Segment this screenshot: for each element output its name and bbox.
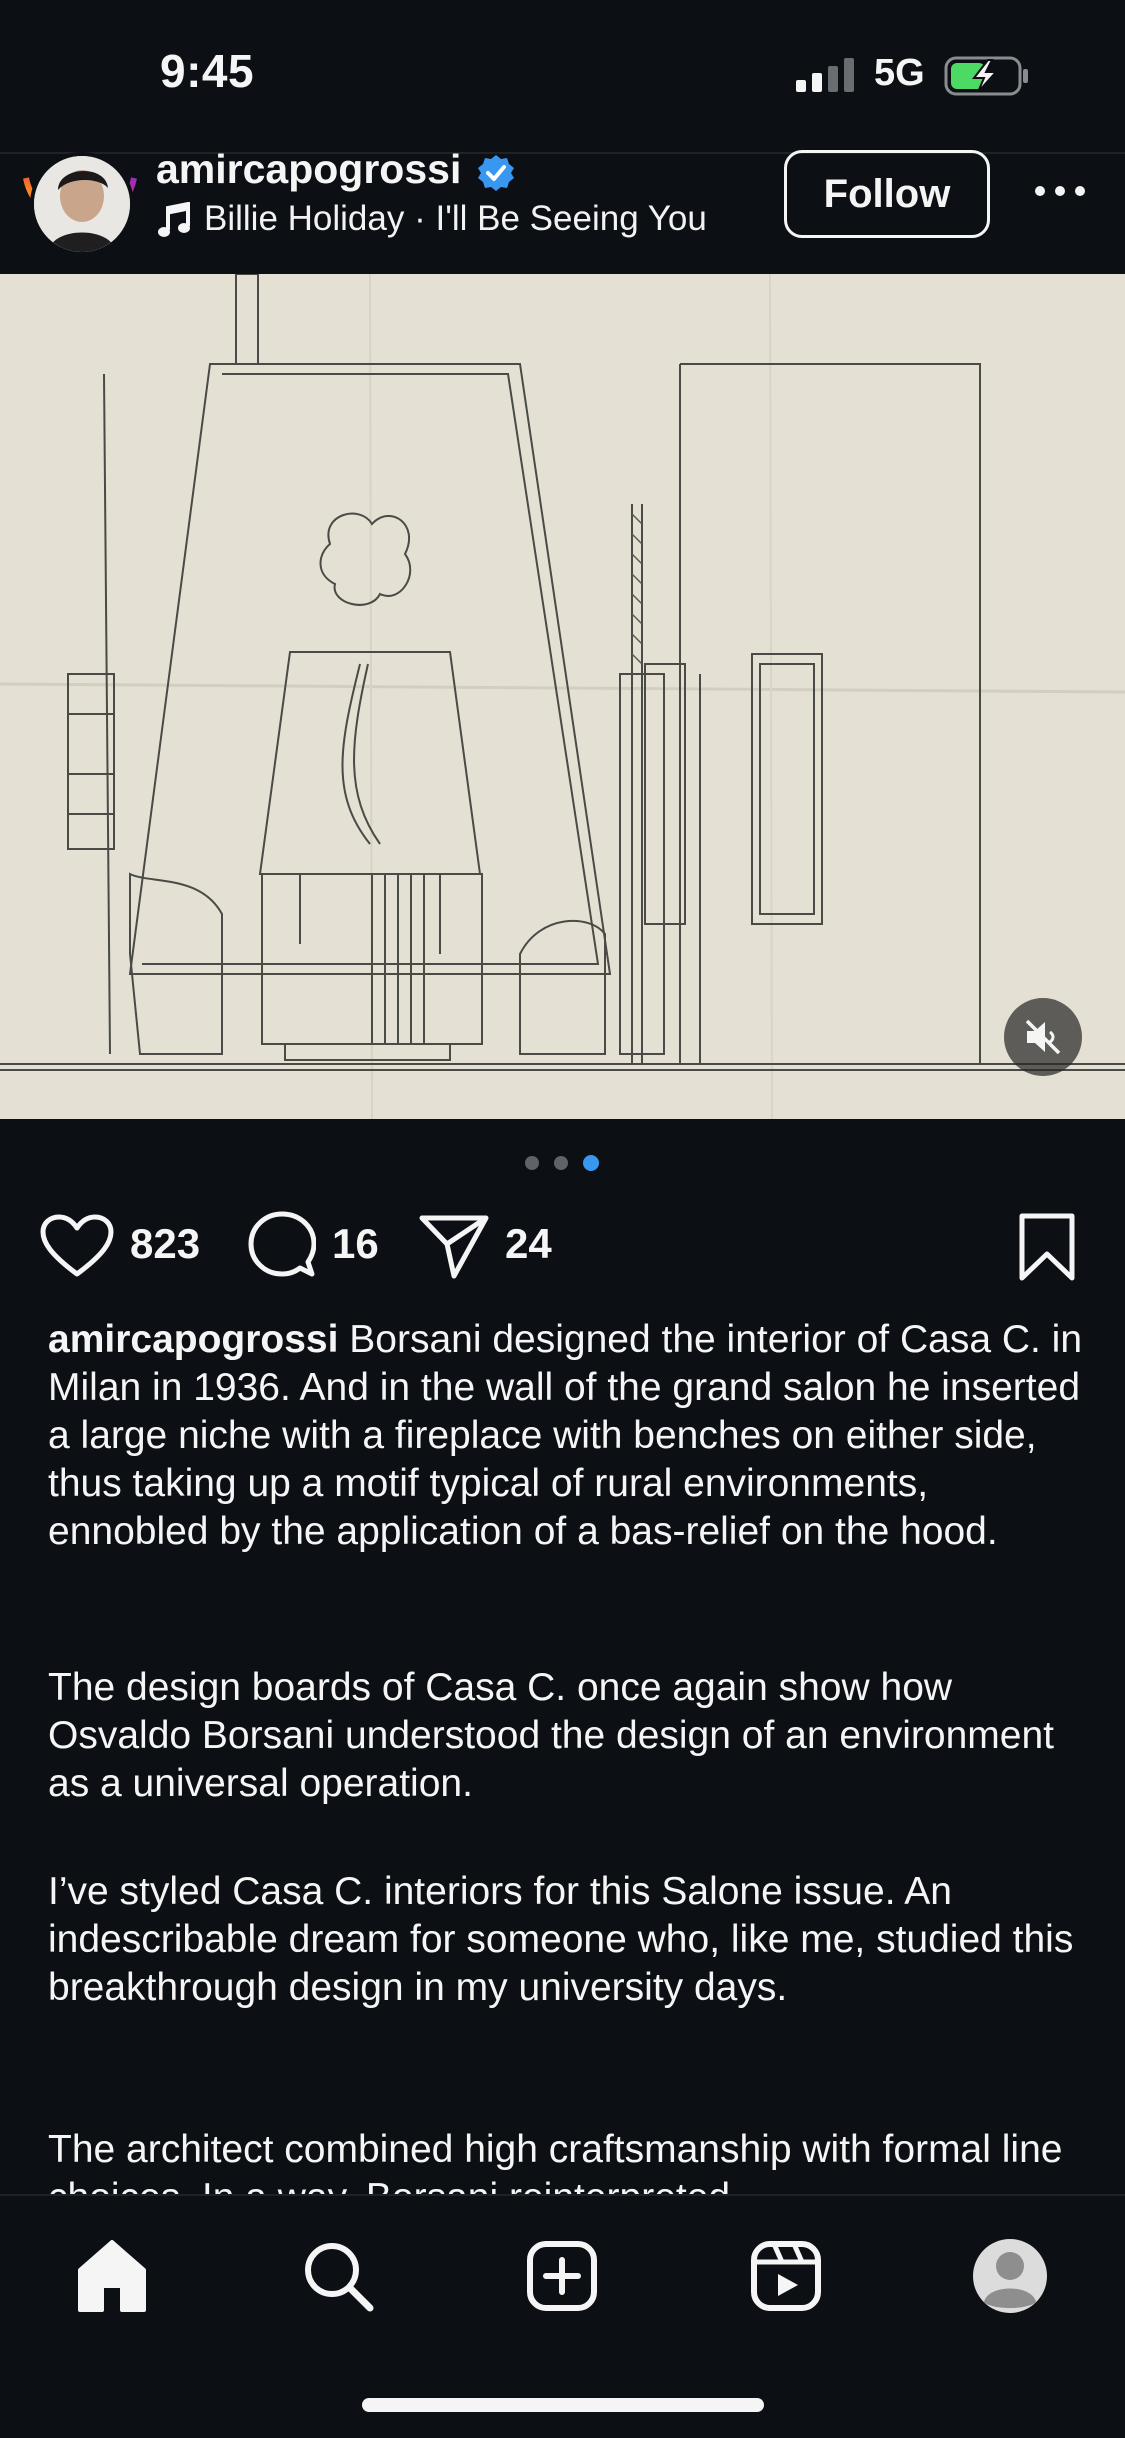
status-time: 9:45 (160, 45, 255, 97)
home-indicator[interactable] (362, 2398, 764, 2412)
share-count[interactable]: 24 (505, 1220, 552, 1268)
caption-username[interactable]: amircapogrossi (48, 1318, 338, 1361)
comment-count[interactable]: 16 (332, 1220, 379, 1268)
home-icon[interactable] (72, 2236, 152, 2316)
avatar-portrait (34, 156, 130, 252)
profile-placeholder-icon (973, 2239, 1047, 2313)
heart-icon[interactable] (40, 1214, 114, 1278)
post-username[interactable]: amircapogrossi (156, 146, 461, 193)
comment-bubble-icon[interactable] (248, 1210, 316, 1280)
follow-button[interactable]: Follow (784, 150, 990, 238)
bookmark-icon[interactable] (1016, 1212, 1078, 1282)
paper-plane-icon[interactable] (418, 1212, 490, 1280)
mute-toggle-button[interactable] (1004, 998, 1082, 1076)
profile-avatar[interactable] (970, 2236, 1050, 2316)
avatar[interactable] (30, 152, 134, 256)
audio-track-link[interactable]: Billie Holiday · I'll Be Seeing You (204, 199, 707, 239)
search-icon[interactable] (298, 2236, 378, 2316)
caption-paragraph: The architect combined high craftsmanshi… (48, 2128, 1063, 2196)
caption-paragraph: amircapogrossi Borsani designed the inte… (48, 1316, 1088, 1556)
reels-icon[interactable] (746, 2236, 826, 2316)
like-count[interactable]: 823 (130, 1220, 200, 1268)
music-note-icon (158, 202, 190, 237)
cellular-signal-icon (796, 58, 854, 92)
fireplace-elevation-drawing (0, 274, 1125, 1119)
post-media-image[interactable] (0, 274, 1125, 1119)
carousel-indicator (525, 1155, 599, 1171)
network-type: 5G (874, 52, 925, 94)
more-options-icon[interactable] (1030, 176, 1090, 206)
create-post-icon[interactable] (522, 2236, 602, 2316)
verified-badge-icon (478, 155, 514, 191)
speaker-muted-icon (1025, 1019, 1061, 1055)
caption-paragraph: I’ve styled Casa C. interiors for this S… (48, 1870, 1074, 2009)
battery-charging-icon (944, 56, 1028, 96)
caption-paragraph: The design boards of Casa C. once again … (48, 1666, 1054, 1805)
